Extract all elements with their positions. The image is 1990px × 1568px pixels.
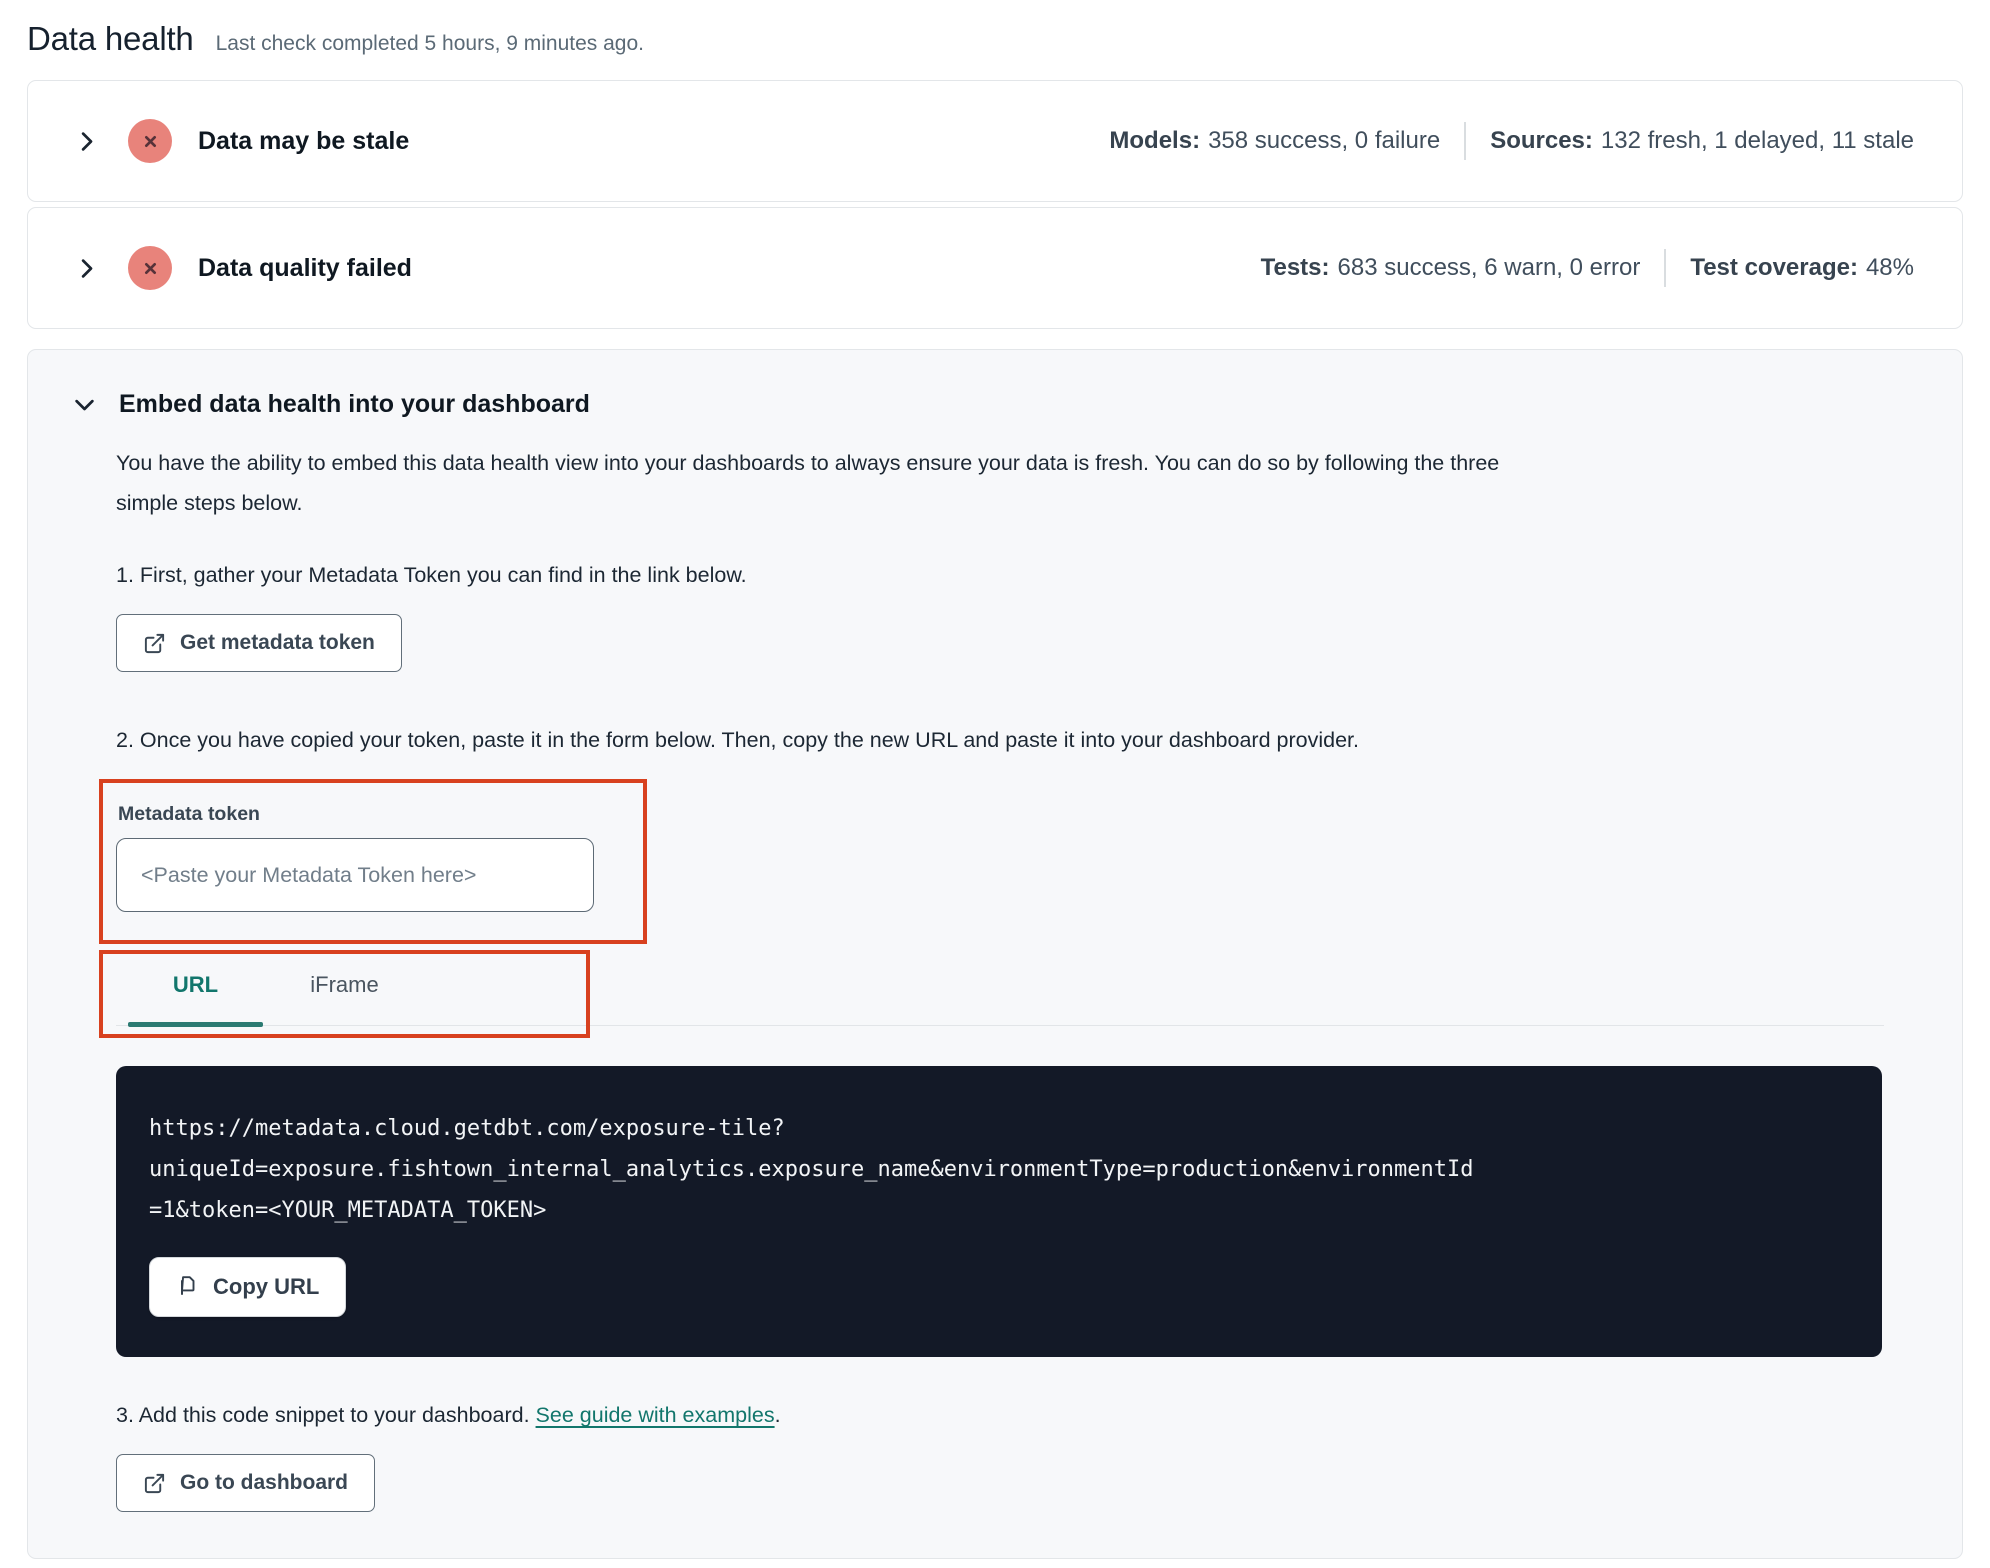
- step-3-prefix: 3. Add this code snippet to your dashboa…: [116, 1403, 536, 1427]
- data-health-page: Data health Last check completed 5 hours…: [0, 0, 1990, 1559]
- copy-url-button[interactable]: Copy URL: [149, 1257, 347, 1317]
- metric-divider: [1664, 249, 1667, 287]
- button-label: Copy URL: [213, 1274, 320, 1299]
- step-3-text: 3. Add this code snippet to your dashboa…: [116, 1403, 1882, 1428]
- last-check-status: Last check completed 5 hours, 9 minutes …: [215, 32, 645, 55]
- metadata-token-input[interactable]: [116, 838, 594, 912]
- page-header: Data health Last check completed 5 hours…: [27, 14, 1963, 80]
- button-label: Go to dashboard: [180, 1471, 348, 1494]
- output-format-tabs: URL iFrame: [99, 950, 1884, 1038]
- metadata-token-label: Metadata token: [118, 803, 260, 825]
- external-link-icon: [143, 632, 166, 655]
- models-metric: Models: 358 success, 0 failure: [1109, 127, 1440, 155]
- status-panel-data-stale[interactable]: Data may be stale Models: 358 success, 0 …: [27, 80, 1963, 202]
- code-line: uniqueId=exposure.fishtown_internal_anal…: [149, 1157, 1474, 1182]
- panel-metrics: Tests: 683 success, 6 warn, 0 error Test …: [1261, 249, 1914, 287]
- tab-iframe[interactable]: iFrame: [277, 956, 412, 1025]
- code-line: https://metadata.cloud.getdbt.com/exposu…: [149, 1116, 785, 1141]
- error-status-icon: [128, 246, 172, 290]
- embed-description-line: simple steps below.: [116, 491, 303, 515]
- sources-metric: Sources: 132 fresh, 1 delayed, 11 stale: [1490, 127, 1914, 155]
- metric-value: 132 fresh, 1 delayed, 11 stale: [1600, 127, 1914, 154]
- embed-section-header[interactable]: Embed data health into your dashboard: [71, 390, 1882, 419]
- embed-description: You have the ability to embed this data …: [116, 443, 1882, 523]
- metric-label: Test coverage:: [1690, 254, 1858, 281]
- error-status-icon: [128, 119, 172, 163]
- chevron-right-icon[interactable]: [73, 128, 100, 155]
- metric-value: 48%: [1865, 254, 1914, 281]
- step-3-suffix: .: [774, 1403, 781, 1427]
- metric-value: 358 success, 0 failure: [1208, 127, 1441, 154]
- copy-icon: [176, 1275, 200, 1299]
- panel-title: Data quality failed: [198, 253, 412, 282]
- page-title: Data health: [27, 20, 194, 57]
- test-coverage-metric: Test coverage: 48%: [1690, 254, 1914, 282]
- metric-label: Tests:: [1260, 254, 1330, 281]
- button-label: Get metadata token: [180, 631, 375, 654]
- metric-value: 683 success, 6 warn, 0 error: [1337, 254, 1641, 281]
- get-metadata-token-button[interactable]: Get metadata token: [116, 614, 402, 672]
- see-guide-link[interactable]: See guide with examples: [536, 1403, 775, 1427]
- go-to-dashboard-button[interactable]: Go to dashboard: [116, 1454, 375, 1512]
- metric-divider: [1464, 122, 1467, 160]
- tests-metric: Tests: 683 success, 6 warn, 0 error: [1261, 254, 1641, 282]
- step-2-text: 2. Once you have copied your token, past…: [116, 728, 1359, 752]
- chevron-down-icon[interactable]: [71, 391, 98, 418]
- step-1-text: 1. First, gather your Metadata Token you…: [116, 563, 747, 587]
- chevron-right-icon[interactable]: [73, 255, 100, 282]
- embed-section: Embed data health into your dashboard Yo…: [27, 349, 1963, 1559]
- embed-url-code-block: https://metadata.cloud.getdbt.com/exposu…: [116, 1066, 1882, 1357]
- embed-section-title: Embed data health into your dashboard: [119, 390, 590, 418]
- external-link-icon: [143, 1472, 166, 1495]
- metric-label: Models:: [1109, 127, 1201, 154]
- panel-metrics: Models: 358 success, 0 failure Sources: 13…: [1109, 122, 1914, 160]
- embed-description-line: You have the ability to embed this data …: [116, 451, 1500, 475]
- status-panel-data-quality[interactable]: Data quality failed Tests: 683 success, 6…: [27, 207, 1963, 329]
- tab-url[interactable]: URL: [128, 956, 263, 1027]
- metric-label: Sources:: [1490, 127, 1593, 154]
- code-line: =1&token=<YOUR_METADATA_TOKEN>: [149, 1198, 547, 1223]
- annotation-box-token-field: Metadata token: [99, 779, 647, 944]
- panel-title: Data may be stale: [198, 126, 410, 155]
- tab-bar: URL iFrame: [116, 956, 1884, 1027]
